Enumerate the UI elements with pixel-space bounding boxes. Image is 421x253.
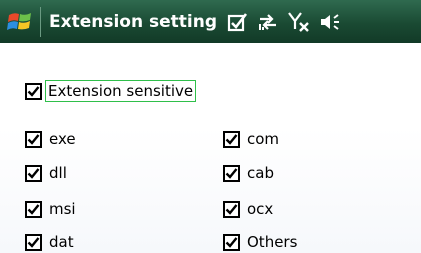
msi-checkbox[interactable]	[25, 200, 42, 218]
extension-sensitive-label: Extension sensitive	[45, 80, 197, 102]
extension-sensitive-option[interactable]: Extension sensitive	[25, 80, 197, 102]
extension-sensitive-checkbox[interactable]	[25, 82, 42, 100]
dll-label: dll	[49, 164, 67, 182]
ext-option-dll[interactable]: dll	[25, 164, 67, 182]
dll-checkbox[interactable]	[25, 164, 42, 182]
title-bar: Extension setting	[0, 0, 421, 43]
dat-label: dat	[49, 233, 74, 251]
cab-checkbox[interactable]	[223, 164, 240, 182]
msi-label: msi	[49, 200, 76, 218]
others-label: Others	[247, 233, 298, 251]
page-title: Extension setting	[49, 11, 217, 32]
com-checkbox[interactable]	[223, 130, 240, 148]
exe-label: exe	[49, 130, 76, 148]
windows-flag-icon[interactable]	[0, 0, 40, 43]
cab-label: cab	[247, 164, 274, 182]
ext-option-com[interactable]: com	[223, 130, 279, 148]
connectivity-arrows-icon[interactable]	[257, 12, 279, 32]
dat-checkbox[interactable]	[25, 233, 42, 251]
volume-icon[interactable]	[319, 12, 341, 32]
no-signal-icon[interactable]	[287, 11, 311, 33]
ext-option-ocx[interactable]: ocx	[223, 200, 273, 218]
com-label: com	[247, 130, 280, 148]
ext-option-msi[interactable]: msi	[25, 200, 76, 218]
ext-option-cab[interactable]: cab	[223, 164, 274, 182]
status-icons	[227, 11, 341, 33]
exe-checkbox[interactable]	[25, 130, 42, 148]
title-divider	[40, 6, 41, 37]
ext-option-exe[interactable]: exe	[25, 130, 76, 148]
ext-option-dat[interactable]: dat	[25, 233, 74, 251]
others-checkbox[interactable]	[223, 233, 240, 251]
extension-settings-panel: Extension sensitive exe dll msi dat com	[0, 43, 421, 253]
edit-checkbox-icon[interactable]	[227, 12, 249, 32]
ext-option-others[interactable]: Others	[223, 233, 297, 251]
ocx-checkbox[interactable]	[223, 200, 240, 218]
ocx-label: ocx	[247, 200, 274, 218]
